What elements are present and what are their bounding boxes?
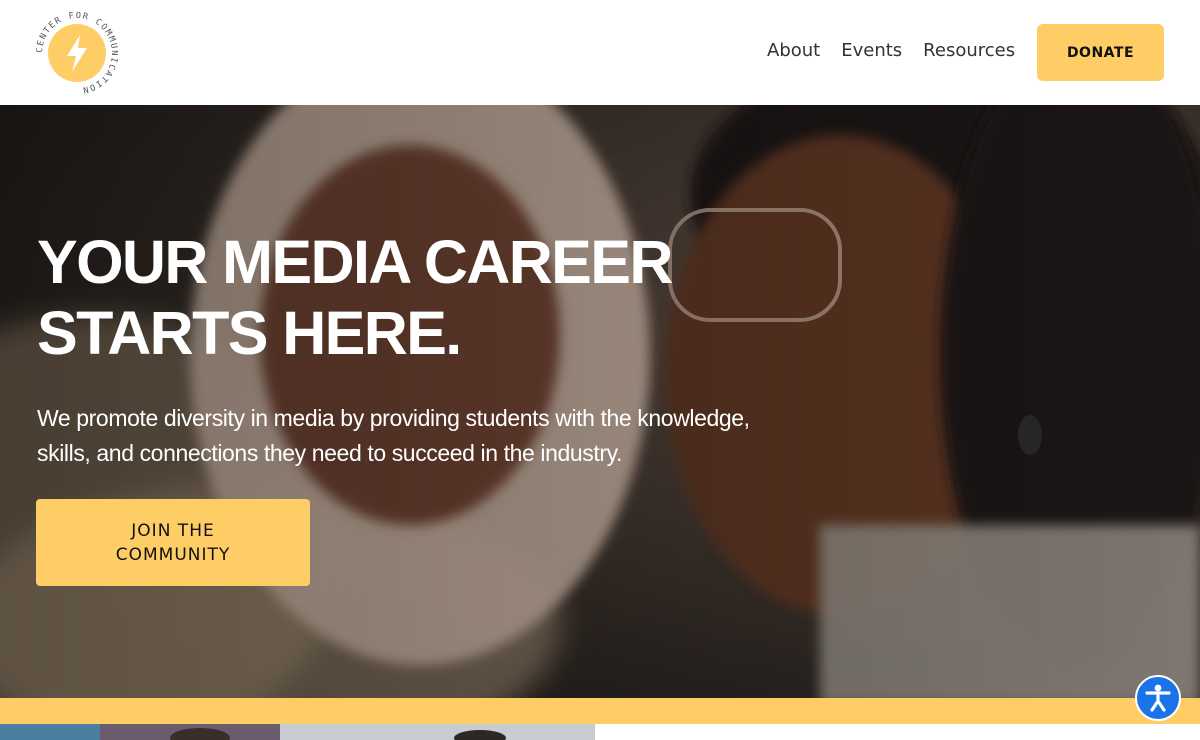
logo-mark: CENTER FOR COMMUNICATION [35,11,118,95]
accessibility-widget-button[interactable] [1135,675,1181,721]
next-section [0,724,1200,740]
accessibility-person-icon [1145,684,1171,712]
accent-strip [0,698,1200,724]
nav-resources[interactable]: Resources [923,40,1015,61]
site-logo[interactable]: CENTER FOR COMMUNICATION [35,11,118,95]
next-section-photo [0,724,595,740]
site-header: CENTER FOR COMMUNICATION About Events Re… [0,0,1200,105]
join-community-button[interactable]: JOIN THE COMMUNITY [36,499,310,586]
join-button-line2: COMMUNITY [115,544,231,565]
main-nav: About Events Resources [767,40,1015,61]
nav-events[interactable]: Events [841,40,902,61]
donate-button[interactable]: DONATE [1037,24,1164,81]
join-button-line1: JOIN THE [131,520,215,541]
hero-headline: YOUR MEDIA CAREER STARTS HERE. [37,228,673,367]
hero-section: YOUR MEDIA CAREER STARTS HERE. We promot… [0,105,1200,698]
nav-about[interactable]: About [767,40,820,61]
hero-subtext: We promote diversity in media by providi… [37,405,750,466]
